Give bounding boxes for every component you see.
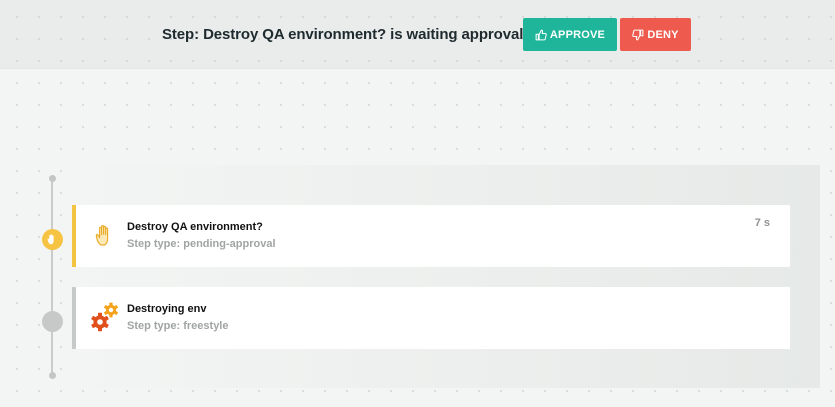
hand-icon <box>95 224 109 246</box>
deny-label: DENY <box>647 28 679 41</box>
timeline-node-pending <box>42 311 63 332</box>
step-card-destroying-env[interactable]: Destroying env Step type: freestyle <box>72 287 790 349</box>
steps-panel <box>73 165 820 388</box>
timeline-end-dot <box>48 372 56 379</box>
timeline-line <box>51 178 53 376</box>
gears-icon <box>91 302 119 332</box>
approve-label: APPROVE <box>549 28 606 41</box>
step-type: Step type: pending-approval <box>127 238 276 250</box>
approve-button[interactable]: APPROVE <box>523 18 617 51</box>
step-card-destroy-qa-environment[interactable]: Destroy QA environment? Step type: pendi… <box>72 205 790 267</box>
thumbs-down-icon <box>632 29 644 40</box>
step-duration: 7 s <box>754 217 770 229</box>
timeline-node-pending-approval <box>42 229 63 250</box>
step-type: Step type: freestyle <box>127 320 229 332</box>
step-name: Destroy QA environment? <box>127 221 263 233</box>
deny-button[interactable]: DENY <box>620 18 691 51</box>
approval-title: Step: Destroy QA environment? is waiting… <box>162 26 524 43</box>
hand-icon <box>47 234 54 245</box>
timeline-start-dot <box>48 175 56 182</box>
step-name: Destroying env <box>127 303 207 315</box>
approval-bar: Step: Destroy QA environment? is waiting… <box>0 0 835 69</box>
thumbs-up-icon <box>535 29 547 40</box>
